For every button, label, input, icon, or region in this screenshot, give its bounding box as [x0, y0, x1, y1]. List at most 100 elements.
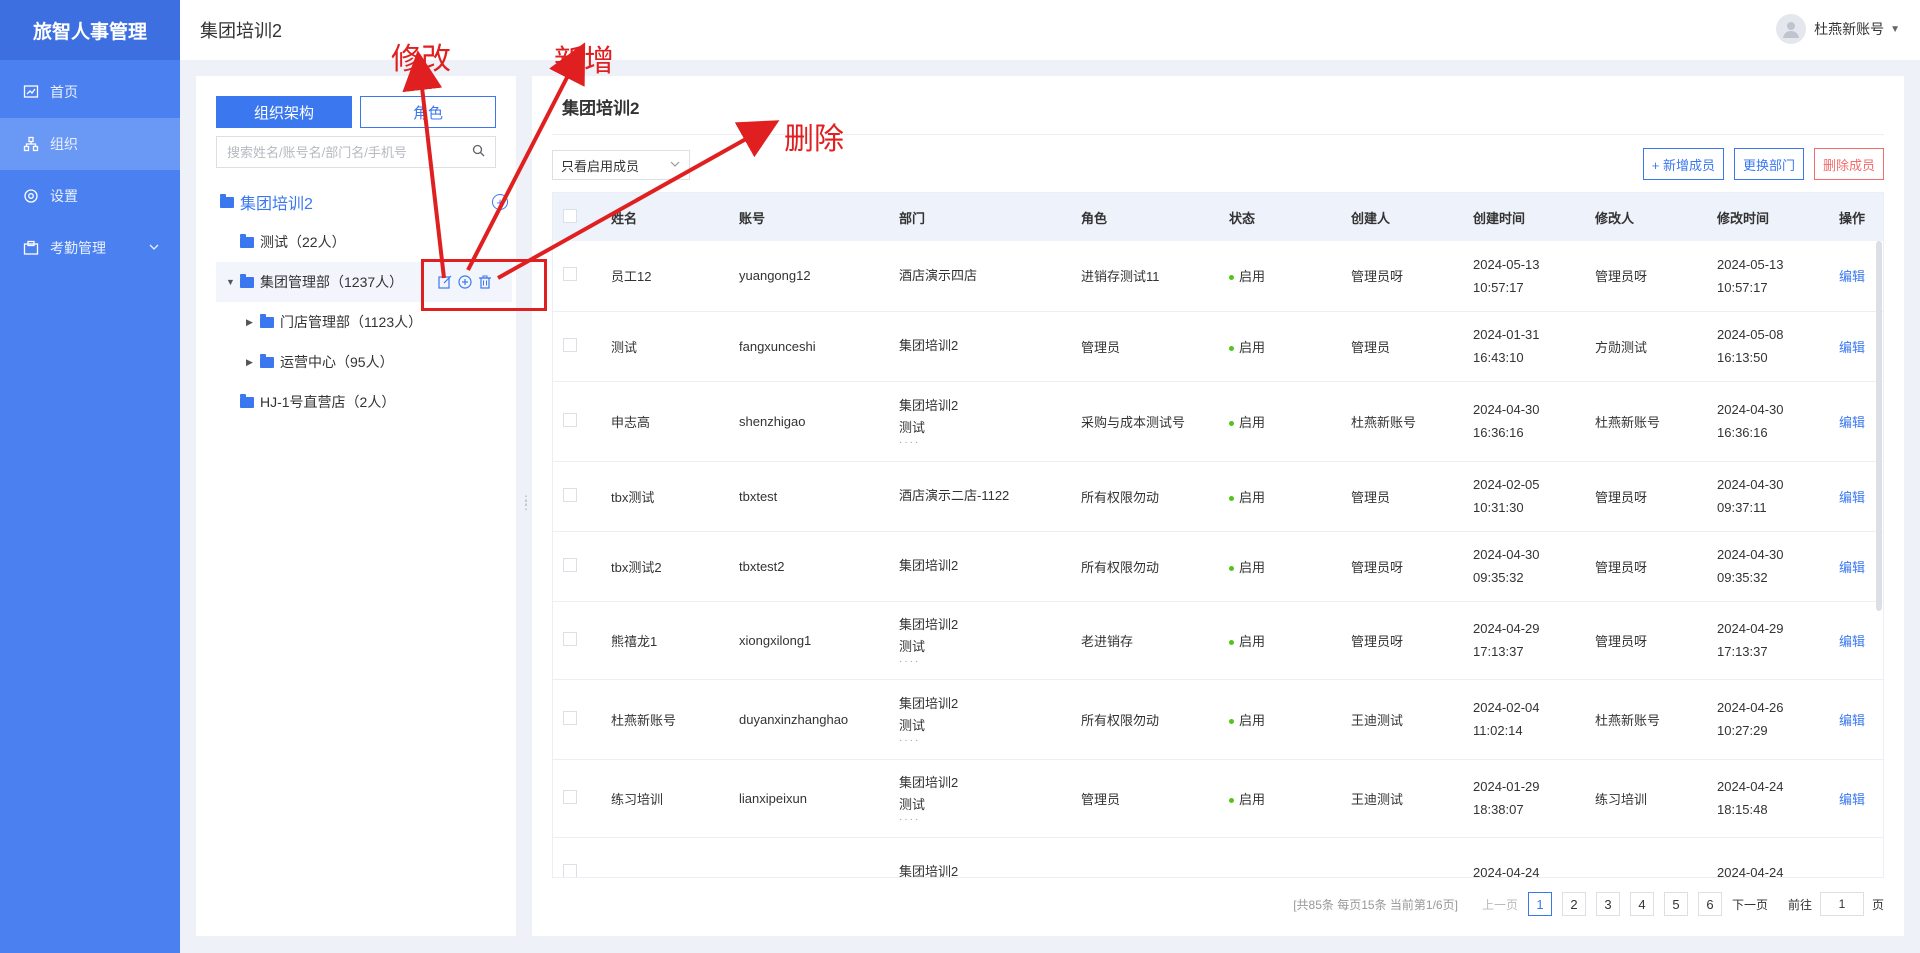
cell-department: 集团培训2 [899, 338, 959, 353]
column-header: 创建人 [1341, 193, 1463, 241]
row-checkbox[interactable] [563, 631, 577, 646]
status-badge: 启用 [1239, 791, 1266, 807]
caret-right-icon[interactable]: ▶ [246, 357, 260, 368]
table-row[interactable]: 测试 fangxunceshi 集团培训2 管理员 启用 管理员 2024-01-31 16:… [553, 311, 1883, 382]
cell-name: 杜燕新账号 [611, 712, 677, 728]
row-checkbox[interactable] [563, 267, 577, 282]
tree-node-label: 测试（22人） [260, 234, 346, 250]
goto-label: 前往 [1787, 897, 1812, 912]
status-dot [1229, 797, 1234, 803]
edit-link[interactable]: 编辑 [1839, 713, 1865, 728]
cell-modified-time: 16:36:16 [1717, 425, 1768, 440]
row-checkbox[interactable] [563, 412, 577, 427]
tree-node-root[interactable]: 集团培训2 + [216, 182, 512, 222]
search-icon[interactable] [472, 144, 485, 160]
row-checkbox[interactable] [563, 863, 577, 877]
page-button-2[interactable]: 2 [1561, 892, 1586, 916]
row-checkbox[interactable] [563, 337, 577, 352]
pagination: [共85条 每页15条 当前第1/6页] 上一页 1 2 3 4 5 6 下一页… [1293, 892, 1884, 916]
prev-page-button[interactable]: 上一页 [1482, 896, 1518, 913]
tree-node-label: 集团管理部（1237人） [260, 274, 404, 290]
row-checkbox[interactable] [563, 487, 577, 502]
folder-open-icon [240, 393, 254, 408]
panel-title: 集团培训2 [562, 99, 640, 118]
cell-modified-time: 10:57:17 [1717, 279, 1768, 295]
change-department-button[interactable]: 更换部门 [1733, 148, 1804, 180]
resize-handle[interactable]: ⋮ ⋮ [520, 494, 532, 518]
cell-creator: 管理员呀 [1351, 559, 1404, 575]
cell-role: 老进销存 [1081, 633, 1134, 649]
more-departments-indicator[interactable]: ···· [899, 736, 1071, 746]
cell-modifier: 管理员呀 [1595, 269, 1648, 285]
select-all-checkbox[interactable] [563, 208, 577, 223]
edit-link[interactable]: 编辑 [1839, 490, 1865, 505]
cell-created-time: 09:35:32 [1473, 570, 1524, 585]
row-checkbox[interactable] [563, 789, 577, 804]
sidebar-item-settings[interactable]: 设置 [0, 170, 180, 222]
table-row[interactable]: tbx测试 tbxtest 酒店演示二店-1122 所有权限勿动 启用 管理员 2024-0… [553, 461, 1883, 532]
edit-link[interactable]: 编辑 [1839, 415, 1865, 430]
edit-link[interactable]: 编辑 [1839, 560, 1865, 575]
caret-down-icon[interactable]: ▼ [226, 277, 240, 287]
cell-creator: 管理员 [1351, 339, 1391, 355]
tab-roles[interactable]: 角色 [360, 96, 496, 128]
cell-account: tbxtest [739, 488, 778, 504]
delete-member-button[interactable]: 删除成员 [1813, 148, 1884, 180]
status-badge: 启用 [1239, 414, 1266, 430]
table-header-row: 姓名 账号 部门 角色 状态 创建人 创建时间 修改人 修改时间 操作 [553, 193, 1883, 241]
sidebar-item-org[interactable]: 组织 [0, 118, 180, 170]
edit-link[interactable]: 编辑 [1839, 634, 1865, 649]
member-filter-select[interactable]: 只看启用成员 [552, 150, 690, 180]
sidebar-item-attendance[interactable]: 考勤管理 [0, 222, 180, 274]
tree-node[interactable]: ▶ 运营中心（95人） [216, 342, 512, 382]
cell-name: 熊禧龙1 [611, 633, 658, 649]
cell-name: tbx测试2 [611, 559, 662, 575]
cell-modifier: 杜燕新账号 [1595, 712, 1661, 728]
status-badge: 启用 [1239, 712, 1266, 728]
page-button-1[interactable]: 1 [1527, 892, 1552, 916]
tab-org-structure[interactable]: 组织架构 [216, 96, 352, 128]
goto-page-input[interactable]: 1 [1819, 892, 1864, 916]
cell-created-time: 16:36:16 [1473, 425, 1524, 440]
more-departments-indicator[interactable]: ···· [899, 815, 1071, 825]
edit-link[interactable]: 编辑 [1839, 269, 1865, 284]
chart-icon [22, 83, 40, 101]
table-row[interactable]: 练习培训 lianxipeixun 集团培训2 测试 ···· 管理员 启用 王迪测试 2024… [553, 759, 1883, 838]
row-checkbox[interactable] [563, 710, 577, 725]
more-departments-indicator[interactable]: ···· [899, 657, 1071, 667]
attendance-icon [22, 239, 40, 257]
page-button-5[interactable]: 5 [1663, 892, 1688, 916]
cell-created-time: 2024-04-29 [1473, 621, 1540, 636]
folder-icon [220, 193, 234, 208]
table-row[interactable]: 申志高 shenzhigao 集团培训2 测试 ···· 采购与成本测试号 启用 杜燕新账号 2… [553, 381, 1883, 462]
add-circle-icon[interactable]: + [492, 194, 508, 210]
edit-link[interactable]: 编辑 [1839, 792, 1865, 807]
member-panel: 集团培训2 只看启用成员 + 新增成员 更换部门 删除成员 姓名 账号 部门 角… [532, 76, 1904, 936]
sidebar-item-home[interactable]: 首页 [0, 66, 180, 118]
user-menu[interactable]: 杜燕新账号 ▼ [1776, 14, 1900, 44]
tree-node[interactable]: HJ-1号直营店（2人） [216, 382, 512, 422]
table-row[interactable]: tbx测试2 tbxtest2 集团培训2 所有权限勿动 启用 管理员呀 2024-04-3… [553, 531, 1883, 602]
cell-created-time: 2024-01-31 [1473, 327, 1540, 342]
cell-modified-time: 2024-05-08 [1717, 327, 1784, 342]
more-departments-indicator[interactable]: ···· [899, 438, 1071, 448]
table-row[interactable]: 熊禧龙1 xiongxilong1 集团培训2 测试 ···· 老进销存 启用 管理员呀 202… [553, 601, 1883, 680]
tree-node-label: 门店管理部（1123人） [280, 314, 423, 330]
edit-link[interactable]: 编辑 [1839, 340, 1865, 355]
caret-right-icon[interactable]: ▶ [246, 317, 260, 328]
next-page-button[interactable]: 下一页 [1732, 896, 1768, 913]
page-button-4[interactable]: 4 [1629, 892, 1654, 916]
cell-created-time: 18:38:07 [1473, 802, 1524, 817]
page-button-6[interactable]: 6 [1697, 892, 1722, 916]
pagination-info: [共85条 每页15条 当前第1/6页] [1293, 897, 1458, 912]
table-row[interactable]: 集团培训2 2024-04-24 2024-04-24 [553, 837, 1883, 877]
search-input[interactable] [227, 144, 472, 160]
row-checkbox[interactable] [563, 557, 577, 572]
tree-node[interactable]: 测试（22人） [216, 222, 512, 262]
table-row[interactable]: 杜燕新账号 duyanxinzhanghao 集团培训2 测试 ···· 所有权限勿动 启用… [553, 679, 1883, 760]
table-scrollbar[interactable] [1876, 241, 1882, 611]
cell-account: tbxtest2 [739, 558, 785, 574]
add-member-button[interactable]: + 新增成员 [1642, 148, 1724, 180]
table-row[interactable]: 员工12 yuangong12 酒店演示四店 进销存测试11 启用 管理员呀 2024-05… [553, 241, 1883, 312]
page-button-3[interactable]: 3 [1595, 892, 1620, 916]
